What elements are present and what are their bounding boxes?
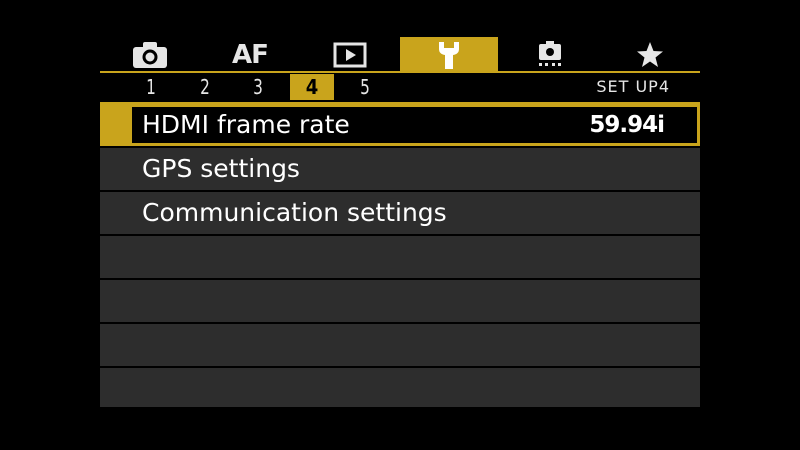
section-label: SET UP4 bbox=[596, 77, 670, 96]
page-3[interactable]: 3 bbox=[242, 74, 274, 100]
selection-highlight: HDMI frame rate 59.94i bbox=[132, 107, 697, 143]
tab-underline bbox=[100, 71, 700, 73]
menu-item-label: Communication settings bbox=[142, 198, 447, 227]
menu-item-label: GPS settings bbox=[142, 154, 300, 183]
tab-playback[interactable] bbox=[310, 37, 390, 72]
page-2[interactable]: 2 bbox=[189, 74, 221, 100]
page-5[interactable]: 5 bbox=[349, 74, 381, 100]
page-4[interactable]: 4 bbox=[290, 74, 334, 100]
page-1[interactable]: 1 bbox=[135, 74, 167, 100]
camera-icon bbox=[133, 41, 167, 68]
menu-item-gps-settings[interactable]: GPS settings bbox=[100, 148, 700, 190]
menu-item-communication-settings[interactable]: Communication settings bbox=[100, 192, 700, 234]
menu-item-empty bbox=[100, 324, 700, 366]
menu-item-empty bbox=[100, 368, 700, 407]
tab-shooting[interactable] bbox=[110, 37, 190, 72]
camera-menu-screen: AF 1 2 3 4 5 SET UP4 HDMI frame rate 59.… bbox=[100, 30, 700, 407]
menu-item-empty bbox=[100, 280, 700, 322]
tab-custom-functions[interactable] bbox=[510, 37, 590, 72]
menu-item-empty bbox=[100, 236, 700, 278]
playback-icon bbox=[333, 42, 367, 67]
menu-item-value: 59.94i bbox=[589, 112, 665, 138]
tab-setup[interactable] bbox=[400, 37, 498, 72]
star-icon bbox=[637, 41, 663, 67]
wrench-icon bbox=[439, 41, 459, 69]
menu-list: HDMI frame rate 59.94i GPS settings Comm… bbox=[100, 104, 700, 407]
menu-tabs: AF bbox=[100, 37, 700, 72]
menu-item-label: HDMI frame rate bbox=[142, 110, 350, 139]
tab-af[interactable]: AF bbox=[210, 37, 290, 72]
menu-item-hdmi-frame-rate[interactable]: HDMI frame rate 59.94i bbox=[100, 104, 700, 146]
custom-functions-icon bbox=[539, 40, 561, 66]
page-selector: 1 2 3 4 5 SET UP4 bbox=[100, 74, 700, 100]
tab-my-menu[interactable] bbox=[610, 37, 690, 72]
